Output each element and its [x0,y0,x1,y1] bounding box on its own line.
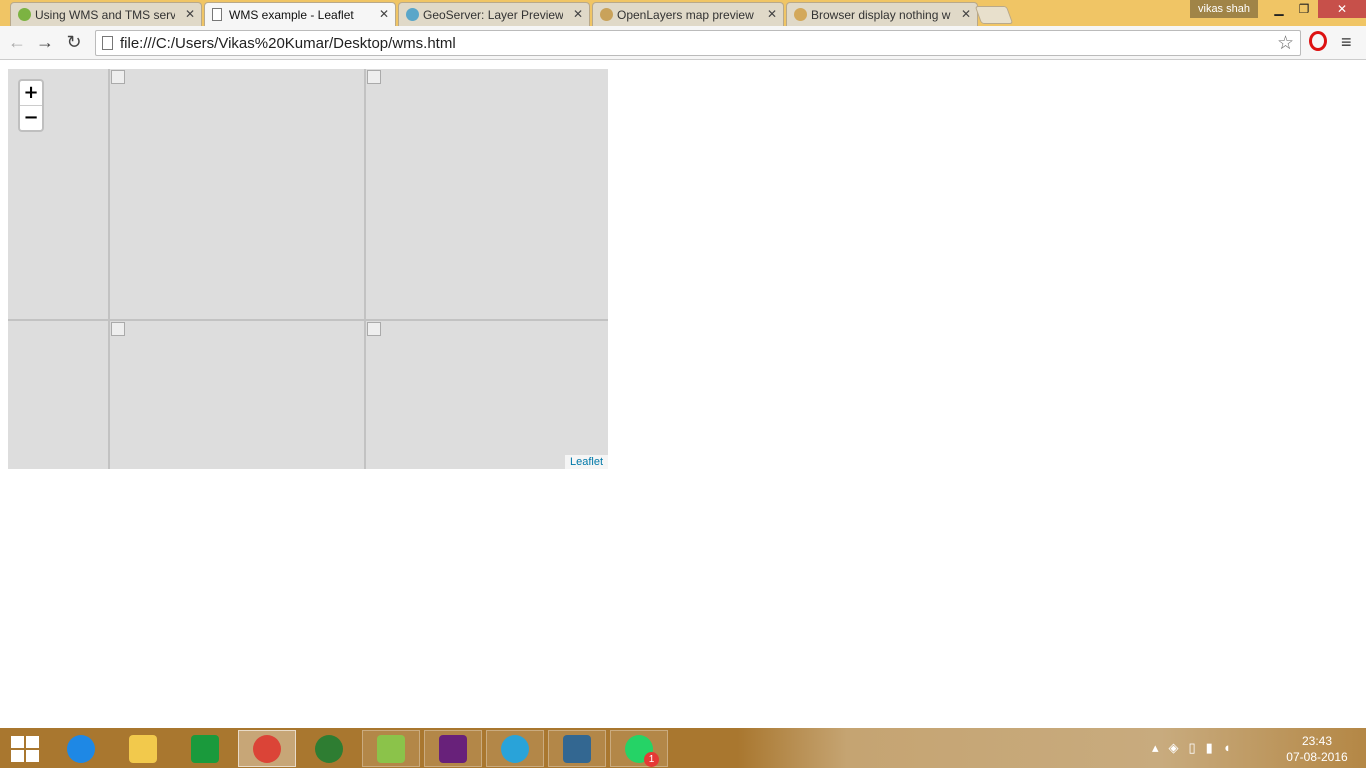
map-tile [364,319,608,469]
opera-extension-icon[interactable] [1309,31,1327,51]
map-tile [108,69,366,321]
whatsapp-icon: 1 [625,734,659,767]
internet-download-manager-icon [315,734,343,763]
clock-time: 23:43 [1301,734,1333,748]
taskbar-internet-explorer[interactable] [52,730,110,767]
favicon [794,8,807,21]
tab-3[interactable]: GeoServer: Layer Preview ✕ [398,2,590,26]
leaf-icon [18,8,31,21]
tab-5[interactable]: Browser display nothing w ✕ [786,2,978,26]
taskbar-file-explorer[interactable] [114,730,172,767]
broken-image-icon [111,322,125,336]
system-tray[interactable]: ▴◈▯▮◖ [1152,740,1241,756]
taskbar-chrome[interactable] [238,730,296,767]
browser-toolbar: ← → ↻ file:///C:/Users/Vikas%20Kumar/Des… [0,26,1366,60]
close-tab-icon[interactable]: ✕ [379,7,389,21]
internet-explorer-icon [67,734,95,763]
taskbar: 1 ▴◈▯▮◖ 23:43 07-08-2016 [0,728,1366,768]
app-ring-icon [501,734,529,763]
minimize-button[interactable]: ▁ [1266,0,1292,18]
taskbar-whatsapp[interactable]: 1 [610,730,668,767]
broken-image-icon [367,322,381,336]
restore-button[interactable]: ❐ [1291,0,1317,18]
zoom-out-button[interactable]: − [20,106,42,131]
reload-button[interactable]: ↻ [63,32,85,53]
openlayers-icon [600,8,613,21]
taskbar-visual-studio[interactable] [424,730,482,767]
start-button[interactable] [0,730,50,767]
windows-logo-icon [11,735,39,762]
url-text: file:///C:/Users/Vikas%20Kumar/Desktop/w… [120,35,456,52]
taskbar-postgresql[interactable] [548,730,606,767]
close-tab-icon[interactable]: ✕ [185,7,195,21]
zoom-in-button[interactable]: + [20,81,42,106]
broken-image-icon [111,70,125,84]
attribution-link[interactable]: Leaflet [564,455,608,469]
taskbar-internet-download-manager[interactable] [300,730,358,767]
taskbar-app-ring[interactable] [486,730,544,767]
clock[interactable]: 23:43 07-08-2016 [1282,733,1352,765]
map[interactable]: + − Leaflet [8,69,608,469]
windows-store-icon [191,734,219,763]
menu-icon[interactable]: ≡ [1341,33,1352,51]
close-tab-icon[interactable]: ✕ [573,7,583,21]
notification-badge: 1 [644,751,659,767]
visual-studio-icon [439,734,467,763]
tab-4[interactable]: OpenLayers map preview ✕ [592,2,784,26]
taskbar-notepad-plus-plus[interactable] [362,730,420,767]
title-bar: Using WMS and TMS serv ✕ WMS example - Lea… [0,0,1366,26]
new-tab-button[interactable] [974,6,1014,24]
chrome-icon [253,734,281,763]
close-tab-icon[interactable]: ✕ [767,7,777,21]
map-tile [8,319,110,469]
bookmark-star-icon[interactable]: ☆ [1277,32,1294,55]
tab-label: OpenLayers map preview [617,7,754,22]
tab-label: GeoServer: Layer Preview [423,7,563,22]
tab-label: WMS example - Leaflet [229,7,354,22]
clock-date: 07-08-2016 [1286,750,1348,764]
postgresql-icon [563,734,591,763]
tab-2[interactable]: WMS example - Leaflet ✕ [204,2,396,26]
globe-icon [406,8,419,21]
tab-label: Browser display nothing w [811,7,951,22]
tab-label: Using WMS and TMS serv [35,7,175,22]
notepad-plus-plus-icon [377,734,405,763]
back-button[interactable]: ← [6,32,28,53]
page-icon [102,36,113,50]
map-tile [108,319,366,469]
map-tile [364,69,608,321]
taskbar-windows-store[interactable] [176,730,234,767]
close-window-button[interactable]: ✕ [1318,0,1366,18]
broken-image-icon [367,70,381,84]
forward-button[interactable]: → [34,32,56,53]
page-icon [212,8,222,21]
close-tab-icon[interactable]: ✕ [961,7,971,21]
tab-1[interactable]: Using WMS and TMS serv ✕ [10,2,202,26]
profile-button[interactable]: vikas shah [1190,0,1258,18]
file-explorer-icon [129,734,157,763]
address-bar[interactable]: file:///C:/Users/Vikas%20Kumar/Desktop/w… [95,30,1301,56]
zoom-control: + − [18,79,44,132]
